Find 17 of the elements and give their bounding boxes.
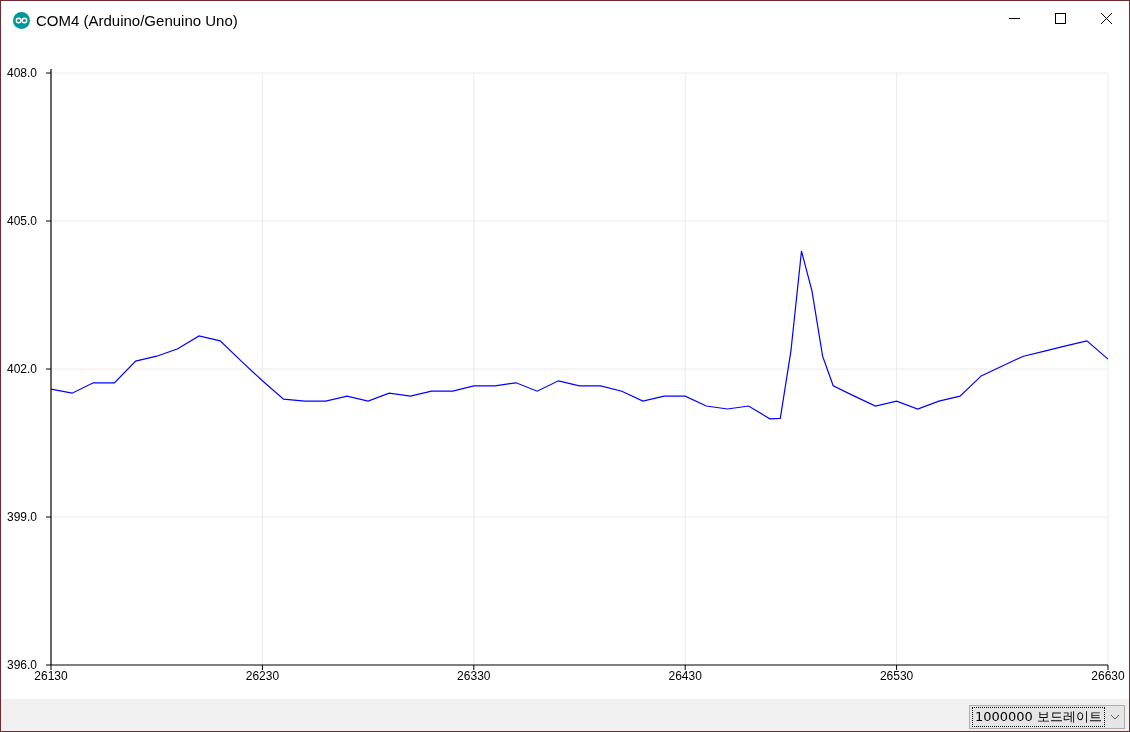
app-logo-icon [13, 11, 30, 29]
baud-rate-dropdown[interactable]: 1000000 보드레이트 [968, 704, 1125, 729]
y-tick-label: 402.0 [7, 362, 38, 376]
x-tick-label: 26530 [879, 669, 914, 683]
x-tick-label: 26230 [245, 669, 280, 683]
y-tick-label: 408.0 [7, 66, 38, 80]
x-tick-label: 26330 [457, 669, 491, 683]
x-tick-label: 26630 [1091, 669, 1125, 683]
y-tick-label: 399.0 [7, 510, 38, 524]
y-tick-label: 405.0 [7, 214, 38, 228]
x-tick-label: 26130 [34, 669, 68, 683]
close-icon [1100, 12, 1112, 24]
chevron-down-icon [1110, 713, 1120, 720]
maximize-icon [1054, 12, 1066, 24]
y-tick-label: 396.0 [7, 658, 38, 672]
window-title: COM4 (Arduino/Genuino Uno) [36, 11, 239, 29]
x-tick-label: 26430 [668, 669, 702, 683]
